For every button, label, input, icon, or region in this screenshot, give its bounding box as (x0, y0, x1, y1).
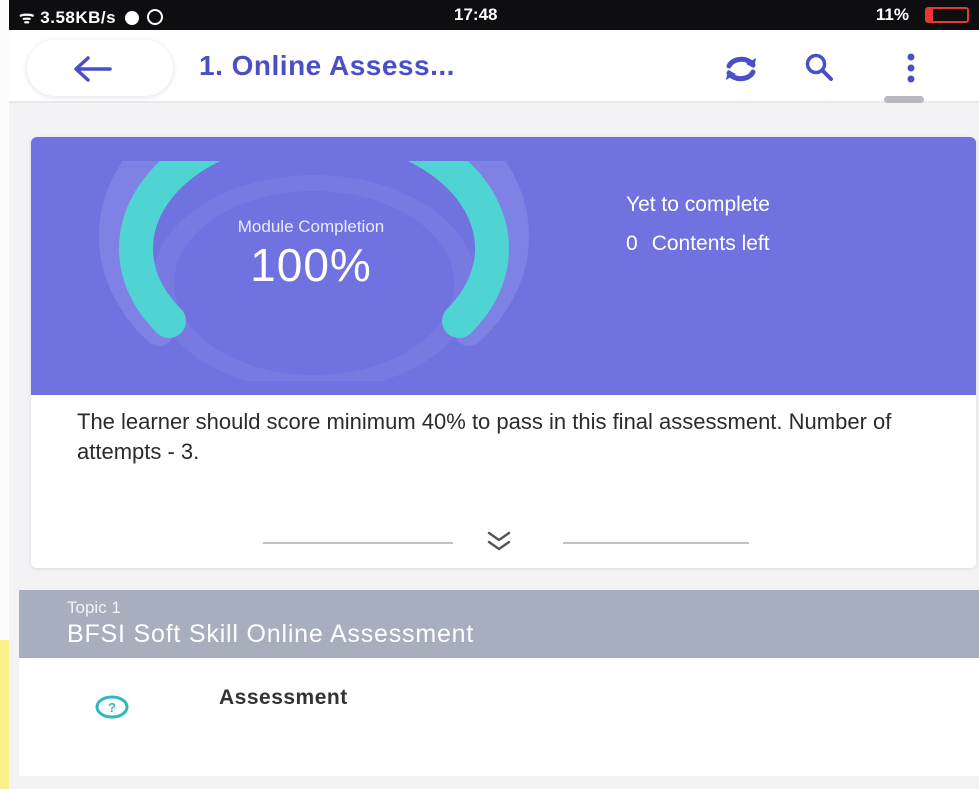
bottom-strip (9, 776, 979, 789)
status-network: ᯤ 3.58KB/s (19, 5, 163, 28)
whatsapp-icon (146, 9, 163, 25)
module-card: Module Completion 100% Yet to complete 0… (31, 137, 976, 568)
page-title: 1. Online Assess... (199, 50, 455, 81)
tab-indicator (884, 96, 924, 103)
status-bar: ᯤ 3.58KB/s 17:48 11% (9, 0, 979, 30)
module-description: The learner should score minimum 40% to … (77, 409, 892, 464)
completion-value: 100% (250, 239, 372, 291)
topic-header[interactable]: Topic 1 BFSI Soft Skill Online Assessmen… (19, 590, 979, 658)
gauge-center: Module Completion 100% (211, 217, 411, 291)
topic-item-assessment[interactable]: ? Assessment (19, 658, 979, 776)
module-completion-panel: Module Completion 100% Yet to complete 0… (31, 137, 976, 395)
frame-yellow-edge (0, 640, 9, 789)
help-circle-icon: ? (95, 695, 129, 719)
back-arrow-icon (74, 56, 112, 82)
expand-divider-left (263, 542, 453, 544)
contents-left: 0 Contents left (626, 232, 770, 256)
contents-left-label: Contents left (651, 232, 770, 255)
svg-text:?: ? (108, 700, 116, 715)
expand-divider-right (563, 542, 749, 544)
more-options-icon[interactable] (903, 52, 919, 84)
network-speed: 3.58KB/s (40, 8, 117, 27)
search-icon[interactable] (804, 52, 834, 82)
battery-icon (925, 7, 969, 23)
topic-label: Topic 1 (67, 598, 121, 617)
topic-title: BFSI Soft Skill Online Assessment (67, 620, 475, 648)
completion-label: Module Completion (237, 217, 385, 236)
status-time: 17:48 (454, 5, 498, 24)
phone-screen: ᯤ 3.58KB/s 17:48 11% 1. Online Assess... (9, 0, 979, 789)
signal-icon: ᯤ (19, 8, 36, 27)
notification-icon (125, 11, 140, 25)
back-button[interactable] (27, 40, 173, 96)
chevron-double-down-icon[interactable] (486, 529, 512, 553)
contents-left-count: 0 (626, 232, 638, 255)
yet-to-complete-label: Yet to complete (626, 193, 770, 216)
app-bar-divider (9, 101, 979, 103)
app-bar: 1. Online Assess... (9, 30, 979, 102)
status-battery-percent: 11% (875, 5, 909, 24)
refresh-icon[interactable] (723, 54, 759, 84)
item-label: Assessment (219, 686, 348, 709)
